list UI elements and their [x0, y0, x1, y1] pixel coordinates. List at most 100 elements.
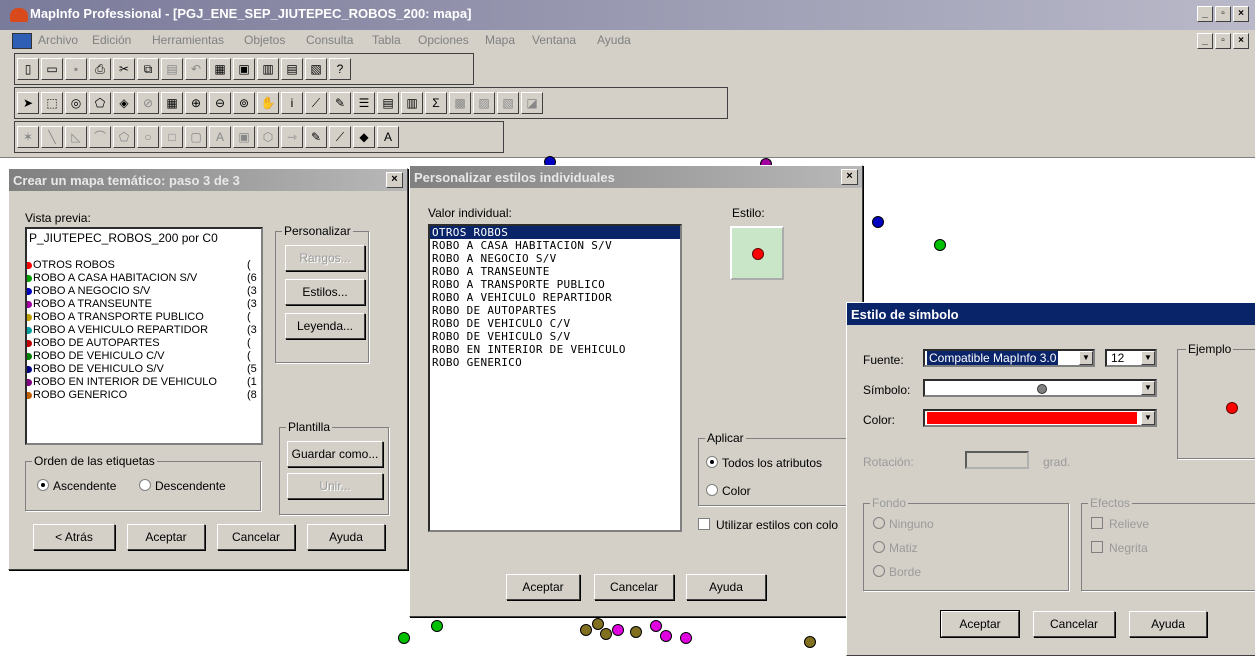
matiz-radio[interactable]: Matiz [873, 541, 918, 555]
minimize-button[interactable]: _ [1197, 6, 1213, 22]
menu-mapa[interactable]: Mapa [485, 33, 515, 47]
close-icon[interactable]: × [386, 172, 403, 188]
value-list-item[interactable]: ROBO A TRANSEUNTE [430, 265, 680, 278]
cancelar-button[interactable]: Cancelar [1033, 611, 1115, 637]
polygon-tool-icon[interactable]: ⬠ [113, 126, 135, 148]
close-icon[interactable]: × [841, 169, 858, 185]
rangos-button[interactable]: Rangos... [285, 245, 365, 271]
symbol-style-icon[interactable]: ✎ [305, 126, 327, 148]
utilizar-estilos-checkbox[interactable]: Utilizar estilos con colo [698, 518, 838, 532]
aceptar-button[interactable]: Aceptar [506, 574, 580, 600]
unir-button[interactable]: Unir... [287, 473, 383, 499]
new-icon[interactable]: ▯ [17, 58, 39, 80]
copy-icon[interactable]: ⧉ [137, 58, 159, 80]
browser-icon[interactable]: ▦ [209, 58, 231, 80]
hotlink-icon[interactable]: ▧ [497, 92, 519, 114]
doc-minimize-button[interactable]: _ [1197, 33, 1213, 49]
boundary-icon[interactable]: ◈ [113, 92, 135, 114]
map-document-icon[interactable] [12, 33, 32, 49]
open-icon[interactable]: ▭ [41, 58, 63, 80]
value-list-item[interactable]: ROBO GENERICO [430, 356, 680, 369]
cut-icon[interactable]: ✂ [113, 58, 135, 80]
graph-select-icon[interactable]: ▦ [161, 92, 183, 114]
redistrict-icon[interactable]: ▧ [305, 58, 327, 80]
guardar-como-button[interactable]: Guardar como... [287, 441, 383, 467]
aceptar-button[interactable]: Aceptar [127, 524, 205, 550]
paste-icon[interactable]: ▤ [161, 58, 183, 80]
symbol-tool-icon[interactable]: ✶ [17, 126, 39, 148]
leyenda-button[interactable]: Leyenda... [285, 313, 365, 339]
value-list-item[interactable]: ROBO A TRANSPORTE PUBLICO [430, 278, 680, 291]
radius-icon[interactable]: ◎ [65, 92, 87, 114]
value-list-item[interactable]: ROBO DE VEHICULO S/V [430, 330, 680, 343]
sum-icon[interactable]: Σ [425, 92, 447, 114]
value-list-item[interactable]: ROBO EN INTERIOR DE VEHICULO [430, 343, 680, 356]
change-view-icon[interactable]: ⊚ [233, 92, 255, 114]
close-button[interactable]: × [1233, 6, 1249, 22]
region-style-icon[interactable]: ◆ [353, 126, 375, 148]
menu-tabla[interactable]: Tabla [372, 33, 401, 47]
undo-icon[interactable]: ↶ [185, 58, 207, 80]
polyline-tool-icon[interactable]: ◺ [65, 126, 87, 148]
descendente-radio[interactable]: Descendente [139, 479, 226, 493]
polygon-select-icon[interactable]: ⬠ [89, 92, 111, 114]
ayuda-button[interactable]: Ayuda [307, 524, 385, 550]
menu-opciones[interactable]: Opciones [418, 33, 469, 47]
legend-icon[interactable]: ▤ [377, 92, 399, 114]
ayuda-button[interactable]: Ayuda [1129, 611, 1207, 637]
zoom-in-icon[interactable]: ⊕ [185, 92, 207, 114]
value-list-item[interactable]: ROBO A CASA HABITACION S/V [430, 239, 680, 252]
estilos-button[interactable]: Estilos... [285, 279, 365, 305]
borde-radio[interactable]: Borde [873, 565, 921, 579]
add-node-icon[interactable]: ⇾ [281, 126, 303, 148]
relieve-checkbox[interactable]: Relieve [1091, 517, 1149, 531]
cancelar-button[interactable]: Cancelar [594, 574, 674, 600]
menu-ventana[interactable]: Ventana [532, 33, 576, 47]
value-list-item[interactable]: ROBO DE VEHICULO C/V [430, 317, 680, 330]
menu-herramientas[interactable]: Herramientas [152, 33, 224, 47]
menu-consulta[interactable]: Consulta [306, 33, 353, 47]
value-list-item[interactable]: ROBO A NEGOCIO S/V [430, 252, 680, 265]
grapher-icon[interactable]: ▥ [257, 58, 279, 80]
line-style-icon[interactable]: ⟋ [329, 126, 351, 148]
doc-maximize-button[interactable]: ▫ [1215, 33, 1231, 49]
text-tool-icon[interactable]: A [209, 126, 231, 148]
value-list-item[interactable]: ROBO DE AUTOPARTES [430, 304, 680, 317]
value-list-item[interactable]: OTROS ROBOS [430, 226, 680, 239]
label-icon[interactable]: ✎ [329, 92, 351, 114]
marquee-icon[interactable]: ⬚ [41, 92, 63, 114]
drag-window-icon[interactable]: ▨ [473, 92, 495, 114]
frame-tool-icon[interactable]: ▣ [233, 126, 255, 148]
maximize-button[interactable]: ▫ [1215, 6, 1231, 22]
rectangle-tool-icon[interactable]: □ [161, 126, 183, 148]
size-select[interactable]: 12 ▼ [1105, 349, 1157, 367]
simbolo-select[interactable]: ▼ [923, 379, 1157, 397]
valor-individual-list[interactable]: OTROS ROBOS ROBO A CASA HABITACION S/V ROB… [428, 224, 682, 532]
text-style-icon[interactable]: A [377, 126, 399, 148]
find-icon[interactable]: ▩ [449, 92, 471, 114]
menu-archivo[interactable]: Archivo [38, 33, 78, 47]
ayuda-button[interactable]: Ayuda [686, 574, 766, 600]
cancelar-button[interactable]: Cancelar [217, 524, 295, 550]
unselect-icon[interactable]: ⊘ [137, 92, 159, 114]
value-list-item[interactable]: ROBO A VEHICULO REPARTIDOR [430, 291, 680, 304]
fuente-select[interactable]: Compatible MapInfo 3.0 ▼ [923, 349, 1095, 367]
line-tool-icon[interactable]: ╲ [41, 126, 63, 148]
ellipse-tool-icon[interactable]: ○ [137, 126, 159, 148]
color-radio[interactable]: Color [706, 484, 751, 498]
aceptar-button[interactable]: Aceptar [940, 610, 1020, 638]
rotacion-input[interactable] [965, 451, 1029, 469]
rounded-rect-tool-icon[interactable]: ▢ [185, 126, 207, 148]
arc-tool-icon[interactable]: ⌒ [89, 126, 111, 148]
info-icon[interactable]: i [281, 92, 303, 114]
print-icon[interactable]: ⎙ [89, 58, 111, 80]
negrita-checkbox[interactable]: Negrita [1091, 541, 1148, 555]
select-icon[interactable]: ➤ [17, 92, 39, 114]
zoom-out-icon[interactable]: ⊖ [209, 92, 231, 114]
grabber-icon[interactable]: ✋ [257, 92, 279, 114]
ascendente-radio[interactable]: Ascendente [37, 479, 116, 493]
ninguno-radio[interactable]: Ninguno [873, 517, 934, 531]
save-icon[interactable]: ▪ [65, 58, 87, 80]
statistics-icon[interactable]: ▥ [401, 92, 423, 114]
help-cursor-icon[interactable]: ? [329, 58, 351, 80]
